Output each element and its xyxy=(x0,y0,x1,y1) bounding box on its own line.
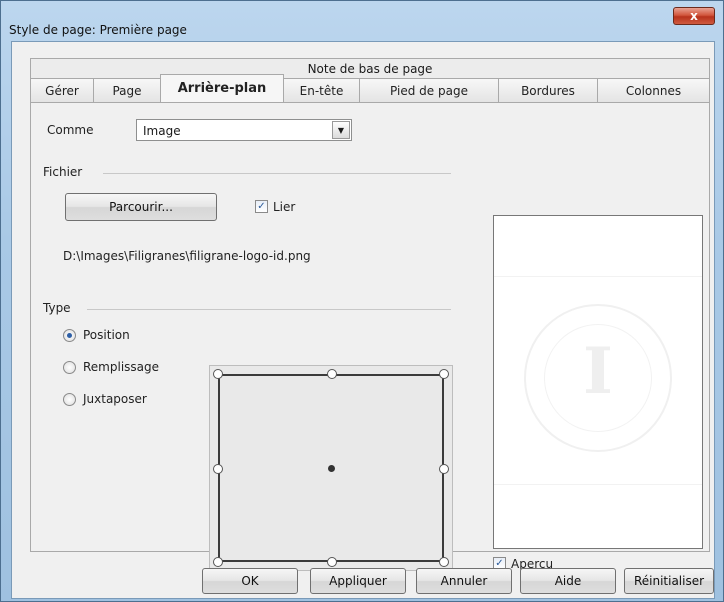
tab-borders-label: Bordures xyxy=(521,83,575,98)
ok-button[interactable]: OK xyxy=(202,568,298,594)
position-top-right[interactable] xyxy=(439,369,449,379)
chevron-down-icon[interactable]: ▼ xyxy=(332,121,350,139)
browse-button[interactable]: Parcourir... xyxy=(65,193,217,221)
position-bottom-left[interactable] xyxy=(213,557,223,567)
file-group-divider xyxy=(103,173,451,174)
checkmark-icon: ✓ xyxy=(257,201,266,212)
background-panel: Comme Image ▼ Fichier Parcourir... ✓ Lie… xyxy=(30,102,710,571)
tab-columns-label: Colonnes xyxy=(625,83,682,98)
help-button-label: Aide xyxy=(554,574,582,588)
tab-header-label: En-tête xyxy=(299,83,344,98)
position-middle-right[interactable] xyxy=(439,464,449,474)
position-bottom-right[interactable] xyxy=(439,557,449,567)
as-select[interactable]: Image ▼ xyxy=(136,119,352,141)
dialog-body: Note de bas de page Gérer Page Arrière-p… xyxy=(11,41,715,599)
as-select-value: Image xyxy=(143,124,181,138)
tab-background[interactable]: Arrière-plan xyxy=(160,74,284,102)
link-checkbox[interactable]: ✓ xyxy=(255,200,268,213)
position-center[interactable] xyxy=(328,465,335,472)
tab-footer[interactable]: Pied de page xyxy=(359,78,499,102)
browse-button-label: Parcourir... xyxy=(109,200,173,214)
reset-button[interactable]: Réinitialiser xyxy=(624,568,714,594)
file-path: D:\Images\Filigranes\filigrane-logo-id.p… xyxy=(63,249,311,263)
type-group-label: Type xyxy=(43,301,71,315)
type-group-divider xyxy=(87,309,451,310)
radio-position[interactable] xyxy=(63,329,76,342)
tab-page-label: Page xyxy=(112,83,142,98)
preview-footer-line xyxy=(494,484,702,485)
reset-button-label: Réinitialiser xyxy=(633,574,705,588)
tab-footnote[interactable]: Note de bas de page xyxy=(30,58,710,78)
tab-header[interactable]: En-tête xyxy=(283,78,360,102)
tab-page[interactable]: Page xyxy=(93,78,161,102)
dialog-window: Style de page: Première page x Note de b… xyxy=(0,0,724,602)
link-label: Lier xyxy=(273,200,296,214)
tab-footer-label: Pied de page xyxy=(390,83,468,98)
close-icon: x xyxy=(690,9,698,23)
position-middle-left[interactable] xyxy=(213,464,223,474)
cancel-button-label: Annuler xyxy=(440,574,488,588)
apply-button[interactable]: Appliquer xyxy=(310,568,406,594)
position-top-center[interactable] xyxy=(327,369,337,379)
tab-columns[interactable]: Colonnes xyxy=(597,78,710,102)
position-picker[interactable] xyxy=(209,365,453,571)
tab-footnote-label: Note de bas de page xyxy=(307,61,433,76)
window-title: Style de page: Première page xyxy=(9,23,187,37)
position-top-left[interactable] xyxy=(213,369,223,379)
position-bottom-center[interactable] xyxy=(327,557,337,567)
ok-button-label: OK xyxy=(241,574,259,588)
help-button[interactable]: Aide xyxy=(520,568,616,594)
radio-tile-label: Juxtaposer xyxy=(83,392,147,406)
tab-borders[interactable]: Bordures xyxy=(498,78,598,102)
tab-background-label: Arrière-plan xyxy=(177,81,267,96)
preview-box: I xyxy=(493,215,703,549)
radio-fill[interactable] xyxy=(63,361,76,374)
as-label: Comme xyxy=(47,123,94,137)
preview-header-line xyxy=(494,276,702,277)
tab-manage[interactable]: Gérer xyxy=(30,78,94,102)
radio-fill-label: Remplissage xyxy=(83,360,160,374)
title-bar[interactable]: Style de page: Première page x xyxy=(1,1,723,41)
cancel-button[interactable]: Annuler xyxy=(416,568,512,594)
radio-position-label: Position xyxy=(83,328,130,342)
tab-strip: Gérer Page Arrière-plan En-tête Pied de … xyxy=(30,74,710,102)
watermark-image: I xyxy=(524,304,672,452)
watermark-letter: I xyxy=(583,334,613,409)
close-button[interactable]: x xyxy=(673,7,715,25)
file-group-label: Fichier xyxy=(43,165,83,179)
tab-manage-label: Gérer xyxy=(45,83,79,98)
apply-button-label: Appliquer xyxy=(329,574,387,588)
radio-tile[interactable] xyxy=(63,393,76,406)
